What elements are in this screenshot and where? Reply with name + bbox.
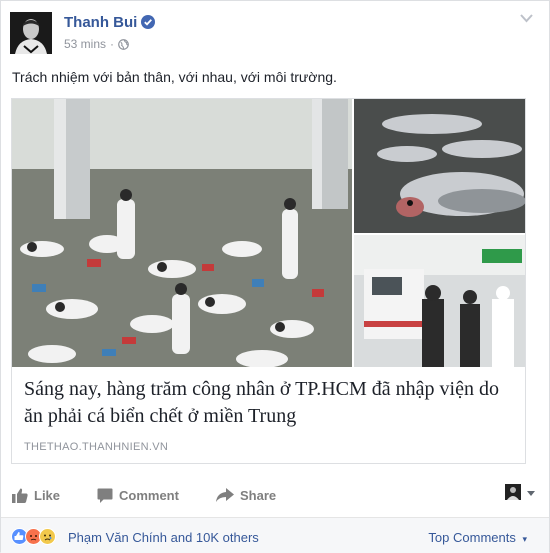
link-preview-image[interactable] — [12, 99, 525, 367]
share-label: Share — [240, 487, 277, 503]
globe-icon — [118, 39, 129, 50]
comment-label: Comment — [119, 487, 179, 503]
share-button[interactable]: Share — [216, 481, 276, 509]
share-as-dropdown-icon[interactable] — [527, 491, 535, 496]
share-arrow-icon — [216, 487, 234, 502]
caret-down-icon: ▾ — [522, 534, 527, 544]
chevron-down-icon[interactable] — [520, 14, 533, 23]
like-label: Like — [34, 487, 61, 503]
post-timestamp[interactable]: 53 mins — [64, 37, 106, 51]
author-name[interactable]: Thanh Bui — [64, 14, 137, 31]
share-as-avatar[interactable] — [505, 484, 521, 500]
author-avatar[interactable] — [10, 12, 52, 54]
post-text: Trách nhiệm với bản thân, với nhau, với … — [12, 69, 337, 85]
like-button[interactable]: Like — [12, 481, 60, 509]
sad-reaction-icon — [39, 528, 56, 545]
top-comments-label: Top Comments — [428, 530, 516, 545]
post-card: Thanh Bui 53 mins · Trách nhiệm với bản t… — [0, 0, 550, 553]
thumbs-up-icon — [12, 488, 28, 503]
post-meta: 53 mins · — [64, 37, 129, 51]
link-preview[interactable]: Sáng nay, hàng trăm công nhân ở TP.HCM đ… — [11, 98, 526, 464]
top-comments-dropdown[interactable]: Top Comments ▾ — [428, 530, 527, 545]
reaction-icons[interactable] — [11, 528, 56, 546]
comment-button[interactable]: Comment — [97, 481, 179, 509]
action-bar: Like Comment Share — [1, 481, 549, 509]
reactions-names-link[interactable]: Phạm Văn Chính and 10K others — [68, 530, 259, 545]
link-domain: THETHAO.THANHNIEN.VN — [24, 441, 169, 453]
speech-bubble-icon — [97, 488, 113, 503]
link-title[interactable]: Sáng nay, hàng trăm công nhân ở TP.HCM đ… — [24, 376, 514, 430]
verified-badge-icon — [141, 15, 155, 29]
